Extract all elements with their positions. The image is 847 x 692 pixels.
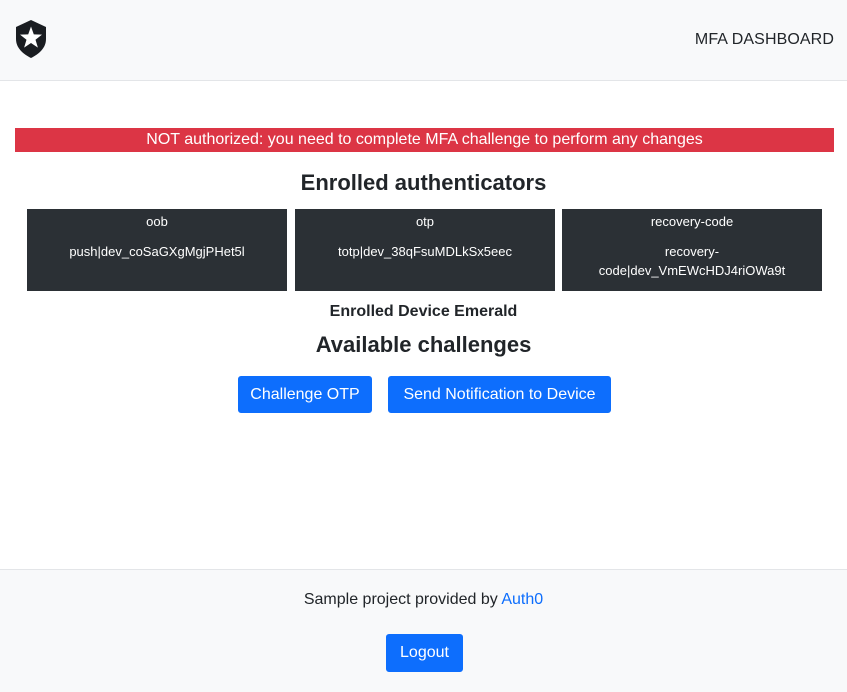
- enrolled-device-name: Enrolled Device Emerald: [329, 303, 518, 320]
- authenticator-cards: oob push|dev_coSaGXgMgjPHet5l otp totp|d…: [27, 209, 822, 291]
- authenticator-type: recovery-code: [650, 214, 734, 229]
- authenticator-id: recovery-code|dev_VmEWcHDJ4riOWa9t: [598, 244, 786, 278]
- mfa-dashboard-link[interactable]: MFA DASHBOARD: [695, 31, 834, 49]
- auth0-logo-icon[interactable]: [14, 20, 48, 58]
- authenticator-id: push|dev_coSaGXgMgjPHet5l: [69, 244, 245, 259]
- logout-button[interactable]: Logout: [386, 634, 463, 672]
- authenticator-card-otp: otp totp|dev_38qFsuMDLkSx5eec: [295, 209, 555, 291]
- authenticator-id: totp|dev_38qFsuMDLkSx5eec: [338, 244, 512, 259]
- auth0-link[interactable]: Auth0: [501, 591, 543, 608]
- navbar: MFA DASHBOARD: [0, 0, 847, 81]
- not-authorized-alert: NOT authorized: you need to complete MFA…: [15, 128, 834, 152]
- footer: Sample project provided by Auth0: [0, 569, 847, 692]
- footer-credit-text: Sample project provided by: [303, 591, 498, 608]
- enrolled-authenticators-title: Enrolled authenticators: [300, 170, 547, 195]
- available-challenges-title: Available challenges: [315, 332, 532, 357]
- authenticator-card-recovery-code: recovery-code recovery-code|dev_VmEWcHDJ…: [562, 209, 822, 291]
- footer-credit: Sample project provided by Auth0: [0, 591, 847, 609]
- challenge-otp-button[interactable]: Challenge OTP: [238, 376, 372, 413]
- authenticator-type: oob: [146, 214, 168, 229]
- authenticator-card-oob: oob push|dev_coSaGXgMgjPHet5l: [27, 209, 287, 291]
- send-notification-button[interactable]: Send Notification to Device: [388, 376, 611, 413]
- authenticator-type: otp: [415, 214, 435, 229]
